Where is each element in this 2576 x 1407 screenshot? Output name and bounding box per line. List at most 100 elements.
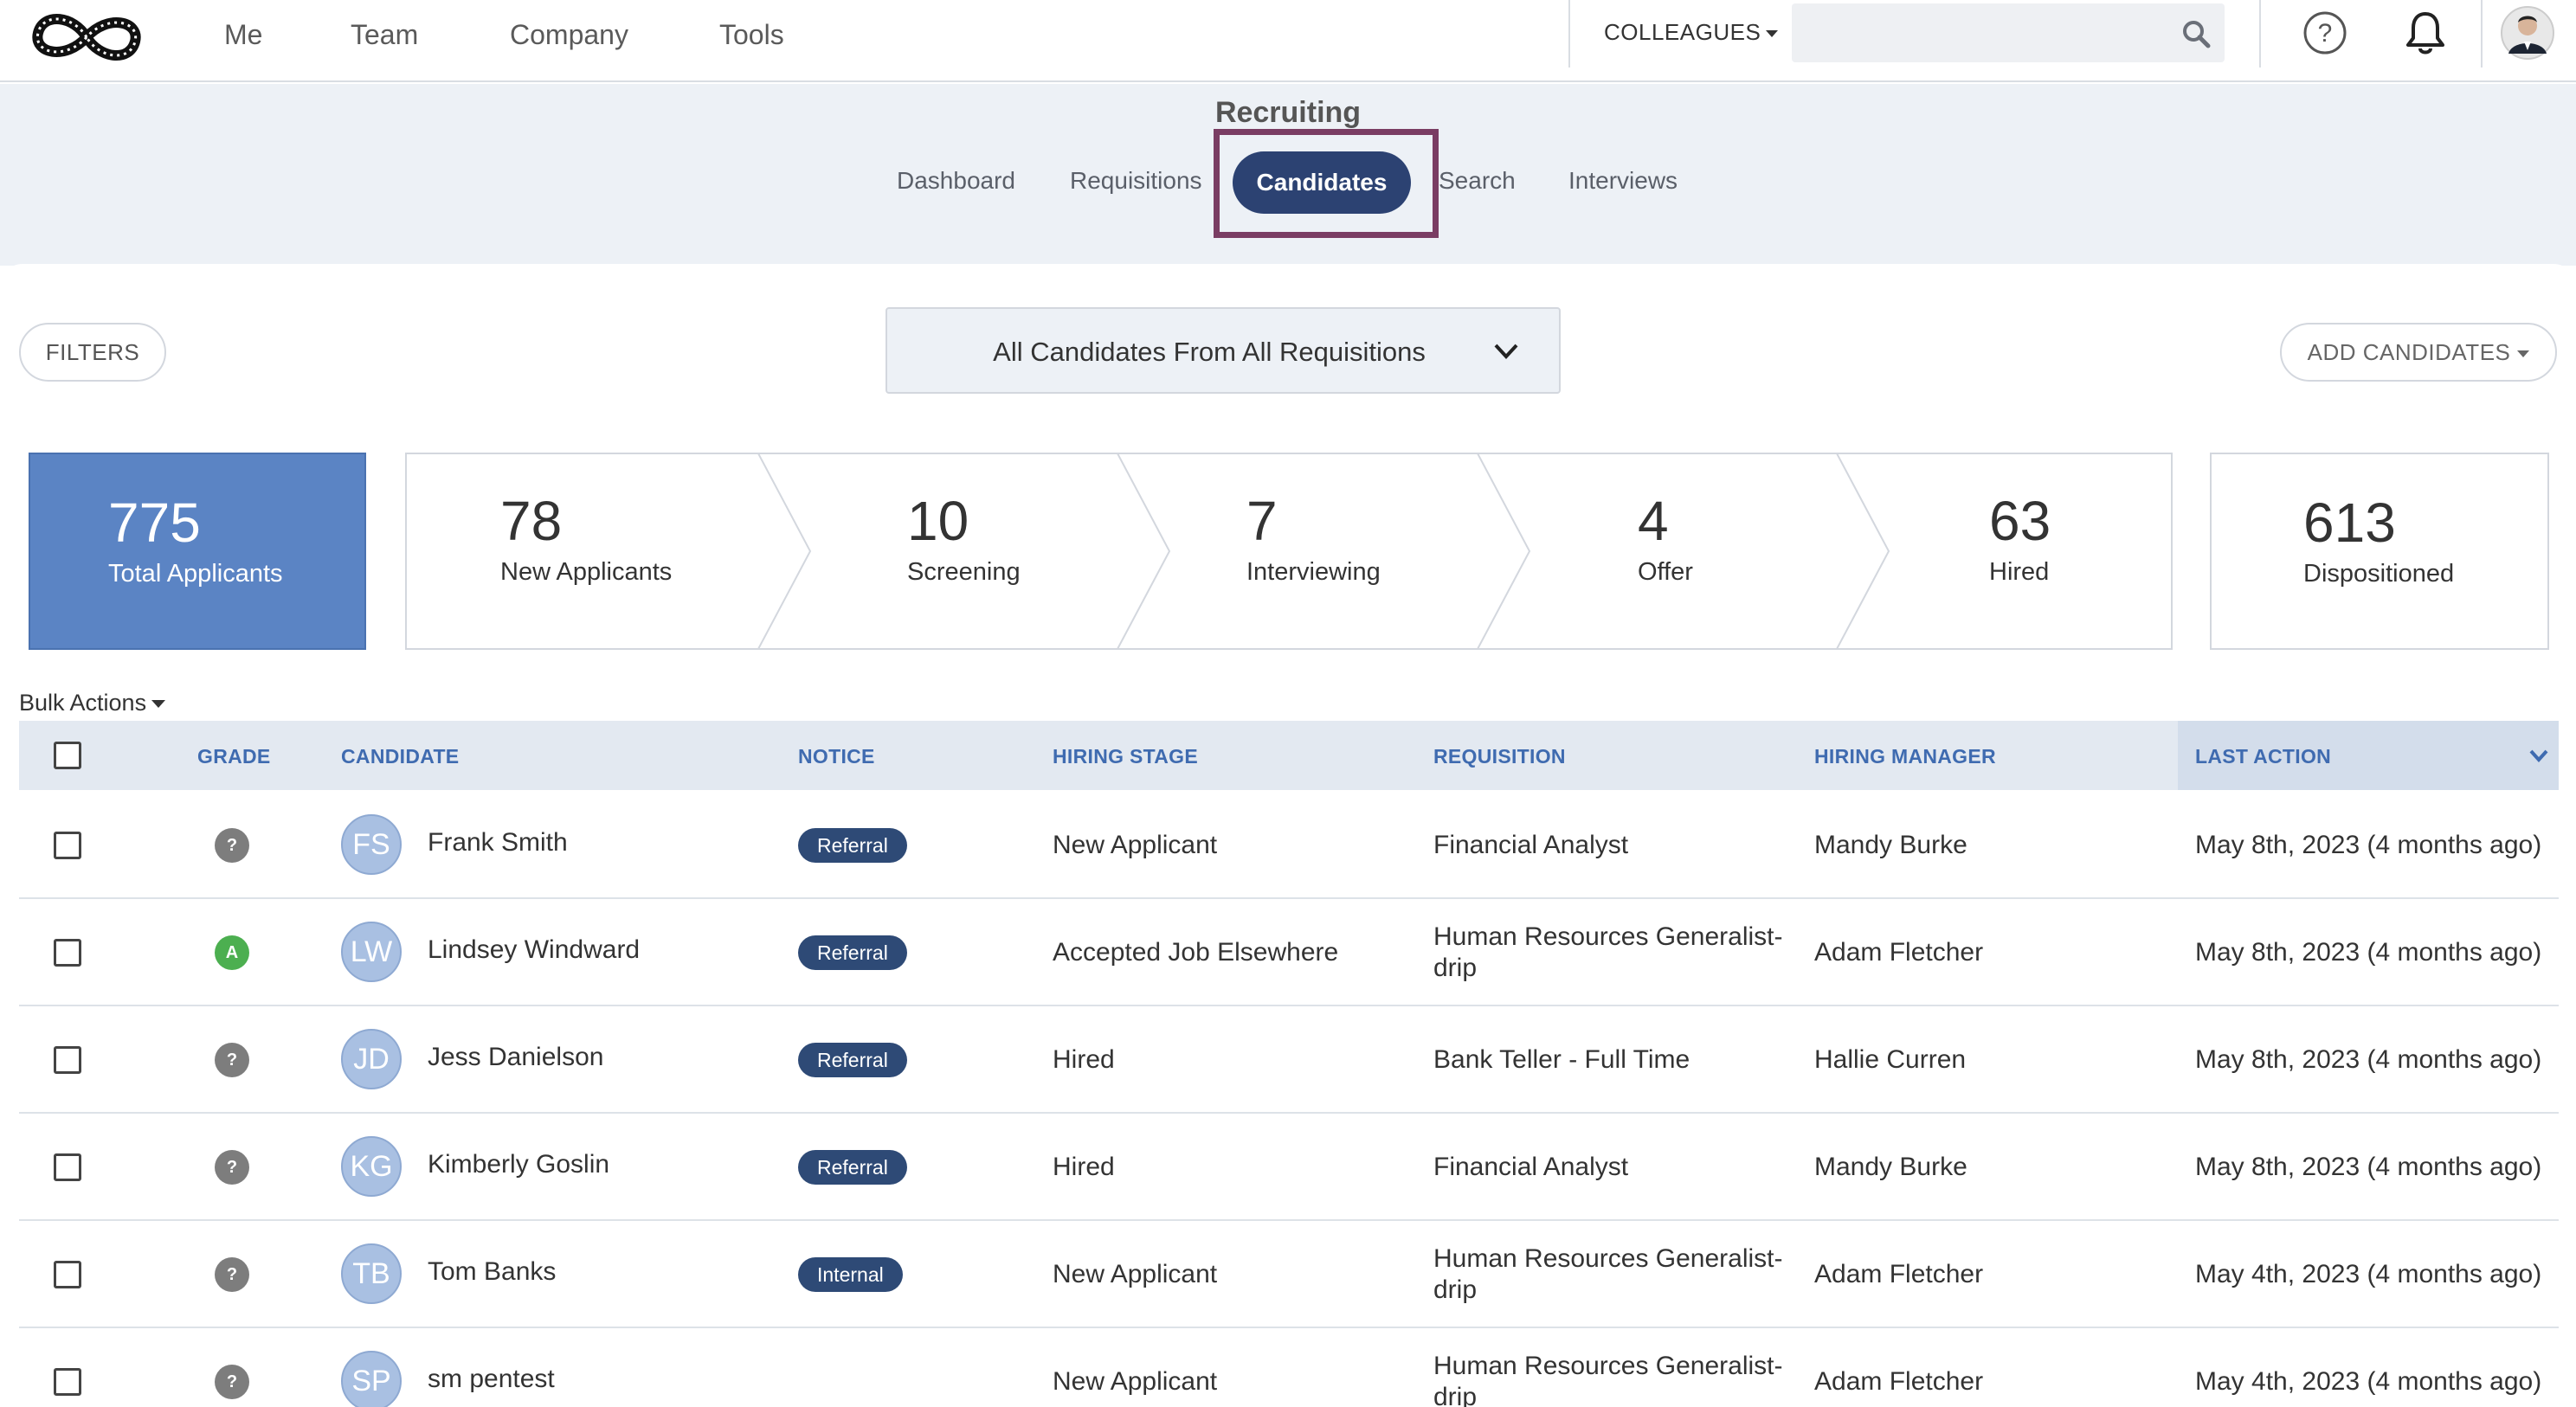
company-logo[interactable]: [26, 3, 147, 71]
stat-value: 4: [1638, 490, 1669, 552]
requisition-link[interactable]: Bank Teller - Full Time: [1433, 1044, 1788, 1076]
row-checkbox[interactable]: [54, 832, 81, 859]
stage-new-applicants[interactable]: 78 New Applicants: [500, 453, 760, 650]
column-header-hiring-stage[interactable]: HIRING STAGE: [1053, 745, 1198, 768]
column-header-grade[interactable]: GRADE: [197, 745, 271, 768]
notice-badge: Referral: [798, 1150, 907, 1185]
table-row[interactable]: ? TB Tom Banks Internal New Applicant Hu…: [19, 1221, 2559, 1328]
stage-offer[interactable]: 4 Offer: [1638, 453, 1811, 650]
hiring-manager: Mandy Burke: [1814, 1153, 1967, 1181]
stat-label: Offer: [1638, 558, 1693, 586]
svg-text:?: ?: [2318, 19, 2333, 48]
avatar: LW: [341, 922, 402, 982]
stat-label: Screening: [907, 558, 1021, 586]
hiring-stage: Accepted Job Elsewhere: [1053, 938, 1339, 967]
stat-value: 613: [2303, 491, 2396, 554]
nav-divider: [2481, 0, 2483, 67]
hiring-stage: New Applicant: [1053, 1367, 1218, 1396]
row-checkbox[interactable]: [54, 1046, 81, 1074]
candidate-name-link[interactable]: Jess Danielson: [428, 1043, 603, 1072]
table-row[interactable]: ? KG Kimberly Goslin Referral Hired Fina…: [19, 1114, 2559, 1221]
last-action: May 8th, 2023 (4 months ago): [2195, 1153, 2542, 1181]
candidate-name-link[interactable]: Frank Smith: [428, 828, 568, 858]
last-action: May 4th, 2023 (4 months ago): [2195, 1367, 2542, 1396]
add-candidates-label: ADD CANDIDATES: [2307, 339, 2511, 365]
requisition-link[interactable]: Financial Analyst: [1433, 1152, 1788, 1183]
candidate-name-link[interactable]: Tom Banks: [428, 1257, 556, 1287]
row-checkbox[interactable]: [54, 1261, 81, 1288]
hiring-manager: Adam Fletcher: [1814, 1367, 1984, 1396]
stat-value: 7: [1246, 490, 1278, 552]
recruiting-header: Recruiting Dashboard Requisitions Candid…: [0, 84, 2576, 266]
hiring-manager: Hallie Curren: [1814, 1045, 1967, 1074]
nav-company[interactable]: Company: [510, 19, 628, 51]
stat-label: New Applicants: [500, 558, 673, 586]
bulk-actions-dropdown[interactable]: Bulk Actions: [19, 690, 166, 716]
bulk-actions-label: Bulk Actions: [19, 690, 147, 716]
sort-chevron-icon[interactable]: [2529, 748, 2548, 762]
stage-screening[interactable]: 10 Screening: [907, 453, 1115, 650]
nav-tools[interactable]: Tools: [719, 19, 784, 51]
last-action: May 8th, 2023 (4 months ago): [2195, 938, 2542, 967]
row-checkbox[interactable]: [54, 939, 81, 967]
last-action: May 4th, 2023 (4 months ago): [2195, 1260, 2542, 1288]
bell-icon[interactable]: [2401, 9, 2450, 57]
candidate-name-link[interactable]: Kimberly Goslin: [428, 1150, 609, 1179]
column-header-candidate[interactable]: CANDIDATE: [341, 745, 459, 768]
caret-down-icon: [2517, 350, 2530, 358]
stat-total-applicants[interactable]: 775 Total Applicants: [29, 453, 366, 650]
row-checkbox[interactable]: [54, 1368, 81, 1396]
table-header: GRADE CANDIDATE NOTICE HIRING STAGE REQU…: [19, 721, 2559, 790]
search-input[interactable]: [1792, 3, 2225, 62]
nav-team[interactable]: Team: [351, 19, 418, 51]
colleagues-dropdown[interactable]: COLLEAGUES: [1604, 19, 1779, 46]
requisition-link[interactable]: Human Resources Generalist-drip: [1433, 922, 1788, 984]
column-header-requisition[interactable]: REQUISITION: [1433, 745, 1566, 768]
filters-button[interactable]: FILTERS: [19, 323, 166, 382]
stat-label: Total Applicants: [108, 560, 283, 588]
hiring-manager: Mandy Burke: [1814, 831, 1967, 859]
last-action: May 8th, 2023 (4 months ago): [2195, 831, 2542, 859]
add-candidates-button[interactable]: ADD CANDIDATES: [2280, 323, 2557, 382]
stage-hired[interactable]: 63 Hired: [1989, 453, 2162, 650]
stage-interviewing[interactable]: 7 Interviewing: [1246, 453, 1472, 650]
tab-search[interactable]: Search: [1439, 167, 1516, 195]
search-icon[interactable]: [2181, 19, 2211, 48]
row-checkbox[interactable]: [54, 1153, 81, 1181]
requisition-link[interactable]: Human Resources Generalist-drip: [1433, 1243, 1788, 1306]
table-row[interactable]: ? FS Frank Smith Referral New Applicant …: [19, 792, 2559, 899]
help-icon[interactable]: ?: [2301, 9, 2349, 57]
column-header-hiring-manager[interactable]: HIRING MANAGER: [1814, 745, 1996, 768]
caret-down-icon: [151, 700, 166, 709]
notice-badge: Internal: [798, 1257, 903, 1292]
user-avatar[interactable]: [2500, 5, 2555, 61]
candidate-name-link[interactable]: sm pentest: [428, 1365, 555, 1394]
notice-badge: Referral: [798, 1043, 907, 1077]
select-all-checkbox[interactable]: [54, 742, 81, 769]
nav-divider: [1568, 0, 1570, 67]
requisition-link[interactable]: Financial Analyst: [1433, 830, 1788, 861]
candidate-name-link[interactable]: Lindsey Windward: [428, 935, 640, 965]
notice-badge: Referral: [798, 935, 907, 970]
stat-dispositioned[interactable]: 613 Dispositioned: [2210, 453, 2549, 650]
notice-badge: Referral: [798, 828, 907, 863]
tab-interviews[interactable]: Interviews: [1568, 167, 1678, 195]
avatar: SP: [341, 1351, 402, 1407]
hiring-stage: New Applicant: [1053, 831, 1218, 859]
requisition-select[interactable]: All Candidates From All Requisitions: [886, 307, 1561, 394]
main-content: FILTERS All Candidates From All Requisit…: [0, 264, 2576, 1407]
tab-requisitions[interactable]: Requisitions: [1070, 167, 1202, 195]
nav-divider: [2259, 0, 2261, 67]
stat-label: Interviewing: [1246, 558, 1381, 586]
requisition-link[interactable]: Human Resources Generalist-drip: [1433, 1351, 1788, 1407]
nav-me[interactable]: Me: [224, 19, 262, 51]
tab-dashboard[interactable]: Dashboard: [897, 167, 1015, 195]
hiring-stage: New Applicant: [1053, 1260, 1218, 1288]
avatar: KG: [341, 1136, 402, 1197]
table-row[interactable]: ? SP sm pentest New Applicant Human Reso…: [19, 1328, 2559, 1407]
table-row[interactable]: A LW Lindsey Windward Referral Accepted …: [19, 899, 2559, 1006]
hiring-manager: Adam Fletcher: [1814, 938, 1984, 967]
column-header-last-action[interactable]: LAST ACTION: [2195, 745, 2331, 768]
table-row[interactable]: ? JD Jess Danielson Referral Hired Bank …: [19, 1006, 2559, 1114]
column-header-notice[interactable]: NOTICE: [798, 745, 875, 768]
